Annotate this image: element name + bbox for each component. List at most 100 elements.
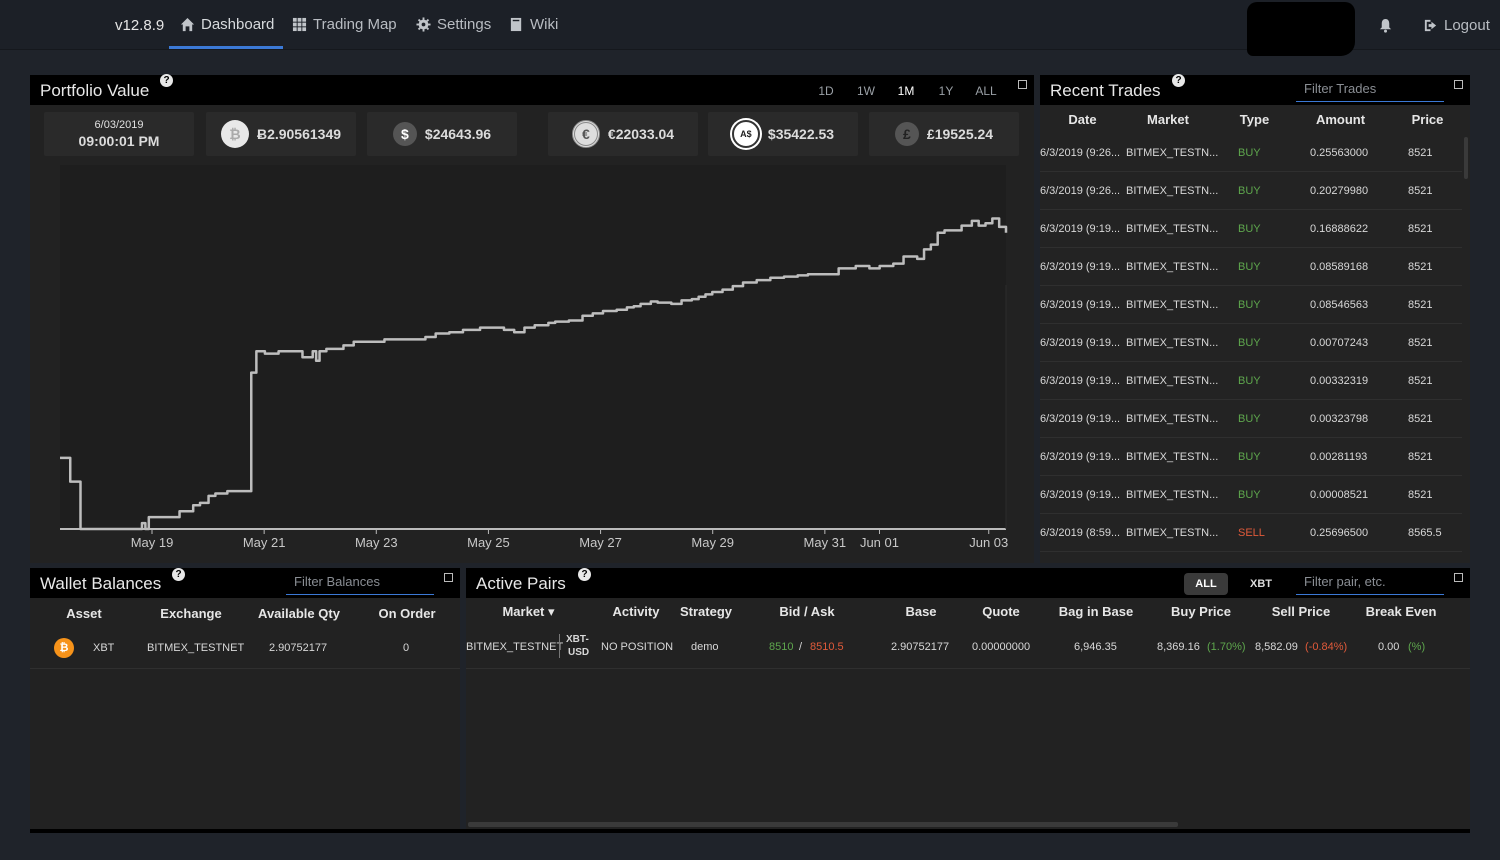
pair-ask: 8510.5 <box>810 641 844 653</box>
logout-label: Logout <box>1444 17 1490 34</box>
pairs-horizontal-scrollbar[interactable] <box>468 822 1178 827</box>
bottom-divider <box>30 829 1470 833</box>
maximize-icon[interactable] <box>1454 80 1463 89</box>
col-quote[interactable]: Quote <box>974 604 1028 619</box>
col-available-qty[interactable]: Available Qty <box>254 606 344 621</box>
pair-buy-pct: (1.70%) <box>1207 641 1246 653</box>
pair-strategy: demo <box>691 641 719 653</box>
x-tick-label: May 21 <box>243 535 286 550</box>
col-type[interactable]: Type <box>1232 112 1277 127</box>
col-bag-in-base[interactable]: Bag in Base <box>1056 604 1136 619</box>
pair-quote: 0.00000000 <box>972 641 1031 653</box>
filter-trades-input[interactable] <box>1296 76 1444 102</box>
filter-pairs-input[interactable] <box>1296 569 1444 595</box>
help-icon[interactable]: ? <box>160 74 173 87</box>
col-sell-price[interactable]: Sell Price <box>1266 604 1336 619</box>
book-icon <box>510 17 522 32</box>
trade-date: 6/3/2019 (9:19... <box>1040 299 1121 311</box>
trades-title: Recent Trades <box>1050 81 1161 100</box>
value-card-gbp: £ £19525.24 <box>869 112 1019 156</box>
value-card-usd: $ $24643.96 <box>367 112 517 156</box>
col-market[interactable]: Market ▾ <box>496 604 561 620</box>
table-row[interactable]: 6/3/2019 (9:26... BITMEX_TESTN... BUY 0.202… <box>1040 172 1462 210</box>
maximize-icon[interactable] <box>1454 573 1463 582</box>
logout-icon <box>1424 19 1437 32</box>
trade-type: BUY <box>1238 413 1261 425</box>
value-gbp: £19525.24 <box>926 126 994 142</box>
x-tick-label: May 25 <box>467 535 510 550</box>
col-market[interactable]: Market <box>1138 112 1198 127</box>
col-amount[interactable]: Amount <box>1308 112 1373 127</box>
range-1m[interactable]: 1M <box>886 84 926 98</box>
trade-date: 6/3/2019 (9:19... <box>1040 489 1121 501</box>
table-row[interactable]: 6/3/2019 (9:19... BITMEX_TESTN... BUY 0.085… <box>1040 248 1462 286</box>
help-icon[interactable]: ? <box>1172 74 1185 87</box>
version-label: v12.8.9 <box>115 17 165 34</box>
table-row[interactable]: 6/3/2019 (9:19... BITMEX_TESTN... BUY 0.000… <box>1040 476 1462 514</box>
pound-icon: £ <box>894 122 919 146</box>
wallet-on-order: 0 <box>403 642 410 654</box>
trade-type: BUY <box>1238 147 1261 159</box>
filter-xbt-button[interactable]: XBT <box>1240 573 1282 595</box>
trade-market: BITMEX_TESTN... <box>1126 489 1218 501</box>
pair-name-top: XBT- <box>566 634 589 645</box>
table-row[interactable]: 6/3/2019 (9:19... BITMEX_TESTN... BUY 0.007… <box>1040 324 1462 362</box>
range-all[interactable]: ALL <box>966 84 1006 98</box>
trade-type: SELL <box>1238 527 1265 539</box>
col-exchange[interactable]: Exchange <box>158 606 224 621</box>
trades-scrollbar[interactable] <box>1464 137 1468 179</box>
portfolio-time: 09:00:01 PM <box>78 133 160 149</box>
help-icon[interactable]: ? <box>172 568 185 581</box>
col-activity[interactable]: Activity <box>606 604 666 619</box>
gear-icon <box>416 17 431 32</box>
maximize-icon[interactable] <box>1018 80 1027 89</box>
col-price[interactable]: Price <box>1405 112 1450 127</box>
range-1y[interactable]: 1Y <box>926 84 966 98</box>
trade-amount: 0.00707243 <box>1310 337 1369 349</box>
table-row[interactable]: 6/3/2019 (9:19... BITMEX_TESTN... BUY 0.168… <box>1040 210 1462 248</box>
col-buy-price[interactable]: Buy Price <box>1166 604 1236 619</box>
bitcoin-icon: ₿ <box>54 638 74 658</box>
grid-icon <box>292 17 307 32</box>
nav-dashboard[interactable]: Dashboard <box>180 16 274 33</box>
table-row[interactable]: 6/3/2019 (8:59... BITMEX_TESTN... SELL 0.25… <box>1040 514 1462 552</box>
date-card: 6/03/2019 09:00:01 PM <box>44 112 194 156</box>
help-icon[interactable]: ? <box>578 568 591 581</box>
col-strategy[interactable]: Strategy <box>676 604 736 619</box>
trade-price: 8521 <box>1408 337 1433 349</box>
table-row[interactable]: 6/3/2019 (9:19... BITMEX_TESTN... BUY 0.003… <box>1040 400 1462 438</box>
maximize-icon[interactable] <box>444 573 453 582</box>
table-row[interactable]: 6/3/2019 (9:19... BITMEX_TESTN... BUY 0.085… <box>1040 286 1462 324</box>
trade-type: BUY <box>1238 337 1261 349</box>
table-row[interactable]: ₿ XBT BITMEX_TESTNET 2.90752177 0 <box>30 627 460 669</box>
trade-amount: 0.08546563 <box>1310 299 1369 311</box>
range-1d[interactable]: 1D <box>806 84 846 98</box>
col-base[interactable]: Base <box>896 604 946 619</box>
col-bid-ask[interactable]: Bid / Ask <box>772 604 842 619</box>
trade-date: 6/3/2019 (9:19... <box>1040 261 1121 273</box>
nav-settings[interactable]: Settings <box>416 16 491 33</box>
col-asset[interactable]: Asset <box>64 606 104 621</box>
nav-trading-map[interactable]: Trading Map <box>292 16 397 33</box>
filter-balances-input[interactable] <box>286 569 434 595</box>
logout-button[interactable]: Logout <box>1423 17 1490 34</box>
pair-activity: NO POSITION <box>601 641 674 653</box>
col-break-even[interactable]: Break Even <box>1361 604 1441 619</box>
table-row[interactable]: 6/3/2019 (9:19... BITMEX_TESTN... BUY 0.003… <box>1040 362 1462 400</box>
col-on-order[interactable]: On Order <box>374 606 440 621</box>
portfolio-date: 6/03/2019 <box>94 119 144 131</box>
trade-market: BITMEX_TESTN... <box>1126 147 1218 159</box>
trade-price: 8521 <box>1408 261 1433 273</box>
table-row[interactable]: BITMEX_TESTNET XBT- USD NO POSITION demo… <box>466 627 1470 669</box>
filter-all-button[interactable]: ALL <box>1184 573 1228 595</box>
notifications-bell[interactable] <box>1378 18 1393 36</box>
table-row[interactable]: 6/3/2019 (9:26... BITMEX_TESTN... BUY 0.255… <box>1040 134 1462 172</box>
table-row[interactable]: 6/3/2019 (9:19... BITMEX_TESTN... BUY 0.002… <box>1040 438 1462 476</box>
trade-date: 6/3/2019 (9:19... <box>1040 223 1121 235</box>
range-1w[interactable]: 1W <box>846 84 886 98</box>
nav-wiki[interactable]: Wiki <box>509 16 558 33</box>
nav-settings-label: Settings <box>437 16 492 33</box>
dollar-icon: $ <box>392 122 417 146</box>
x-tick-label: May 29 <box>691 535 734 550</box>
col-date[interactable]: Date <box>1060 112 1105 127</box>
